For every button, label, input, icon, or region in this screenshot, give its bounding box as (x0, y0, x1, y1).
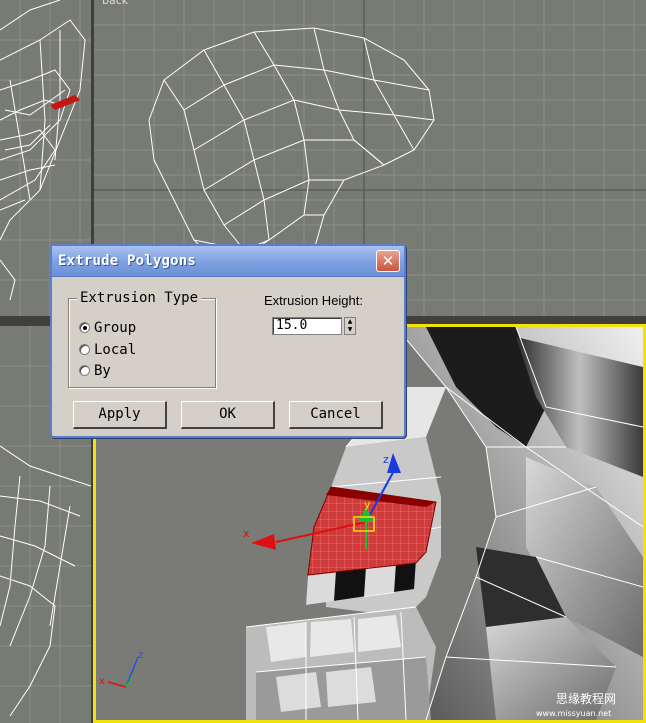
gizmo-axis-x: x (243, 527, 250, 540)
radio-button-group[interactable] (79, 322, 90, 333)
spinner-down-icon[interactable]: ▼ (345, 326, 355, 334)
radio-label-local: Local (94, 342, 137, 358)
spinner-up-icon[interactable]: ▲ (345, 318, 355, 326)
extrude-polygons-dialog[interactable]: Extrude Polygons ✕ Extrusion Type Group … (50, 244, 406, 438)
gizmo-axis-z: z (383, 453, 389, 466)
tripod-axis-x: x (99, 676, 105, 687)
extrusion-height-label: Extrusion Height: (264, 293, 363, 308)
axis-tripod: z x (99, 650, 143, 688)
ok-button[interactable]: OK (181, 401, 275, 429)
gizmo-axis-y: y (364, 498, 371, 511)
radio-label-by: By (94, 363, 111, 379)
radio-label-group: Group (94, 320, 137, 336)
tripod-axis-z: z (138, 650, 143, 661)
close-icon: ✕ (381, 252, 395, 270)
dialog-title: Extrude Polygons (58, 253, 197, 269)
extrusion-height-input[interactable]: 15.0 (272, 317, 342, 335)
close-button[interactable]: ✕ (376, 250, 400, 272)
extrusion-height-spinner[interactable]: ▲ ▼ (344, 317, 356, 335)
viewport-top-right-label: back (102, 0, 129, 7)
extrusion-type-legend: Extrusion Type (77, 290, 202, 306)
apply-button[interactable]: Apply (73, 401, 167, 429)
cancel-button[interactable]: Cancel (289, 401, 383, 429)
radio-button-local[interactable] (79, 344, 90, 355)
extrusion-type-group: Extrusion Type (68, 290, 216, 388)
watermark-url: www.missyuan.net (536, 709, 611, 718)
watermark-text: 思缘教程网 (556, 691, 616, 706)
dialog-titlebar[interactable]: Extrude Polygons ✕ (52, 246, 404, 277)
radio-button-by[interactable] (79, 365, 90, 376)
